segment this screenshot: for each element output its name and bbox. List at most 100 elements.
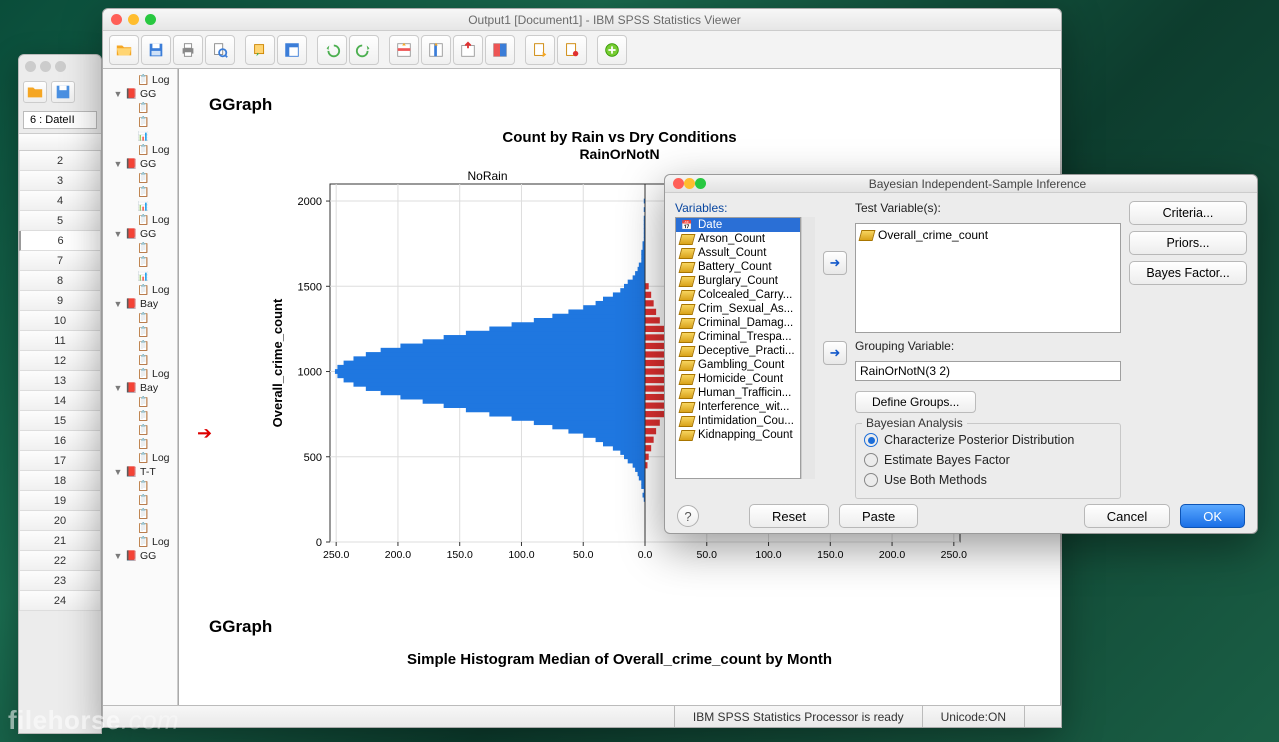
define-groups-button[interactable]: Define Groups... <box>855 391 976 413</box>
outline-node[interactable] <box>103 437 177 451</box>
dialog-max-icon[interactable] <box>695 178 706 189</box>
variables-scrollbar[interactable] <box>801 217 815 479</box>
outline-node[interactable]: Log <box>103 73 177 87</box>
print-preview-button[interactable] <box>205 35 235 65</box>
outline-node[interactable]: ▼GG <box>103 157 177 171</box>
outline-node[interactable] <box>103 101 177 115</box>
variable-item[interactable]: Gambling_Count <box>676 358 800 372</box>
row-header[interactable]: 20 <box>19 511 101 531</box>
save-icon[interactable] <box>51 81 75 103</box>
insert-button[interactable] <box>453 35 483 65</box>
row-header[interactable]: 8 <box>19 271 101 291</box>
undo-button[interactable] <box>317 35 347 65</box>
row-header[interactable]: 6 <box>19 231 101 251</box>
outline-node[interactable] <box>103 353 177 367</box>
variable-item[interactable]: Criminal_Damag... <box>676 316 800 330</box>
cancel-button[interactable]: Cancel <box>1084 504 1170 528</box>
outline-node[interactable]: ▼Bay <box>103 297 177 311</box>
priors-button[interactable]: Priors... <box>1129 231 1247 255</box>
save-button[interactable] <box>141 35 171 65</box>
test-variables-box[interactable]: Overall_crime_count <box>855 223 1121 333</box>
viewer-titlebar[interactable]: Output1 [Document1] - IBM SPSS Statistic… <box>103 9 1061 31</box>
outline-node[interactable]: Log <box>103 213 177 227</box>
row-header[interactable]: 23 <box>19 571 101 591</box>
outline-node[interactable] <box>103 325 177 339</box>
outline-node[interactable] <box>103 311 177 325</box>
variable-item[interactable]: Burglary_Count <box>676 274 800 288</box>
dialog-close-icon[interactable] <box>673 178 684 189</box>
outline-node[interactable] <box>103 199 177 213</box>
radio-estimate[interactable]: Estimate Bayes Factor <box>864 450 1112 470</box>
redo-button[interactable] <box>349 35 379 65</box>
minimize-icon[interactable] <box>128 14 139 25</box>
outline-node[interactable]: ▼T-T <box>103 465 177 479</box>
radio-both[interactable]: Use Both Methods <box>864 470 1112 490</box>
outline-node[interactable] <box>103 395 177 409</box>
row-header[interactable]: 21 <box>19 531 101 551</box>
traffic-min-icon[interactable] <box>40 61 51 72</box>
outline-node[interactable] <box>103 479 177 493</box>
output-outline[interactable]: Log▼GGLog▼GGLog▼GGLog▼BayLog▼BayLog▼T-TL… <box>103 69 178 705</box>
print-button[interactable] <box>173 35 203 65</box>
test-variable-item[interactable]: Overall_crime_count <box>878 228 988 242</box>
outline-node[interactable]: Log <box>103 283 177 297</box>
add-button[interactable] <box>597 35 627 65</box>
variable-item[interactable]: Criminal_Trespa... <box>676 330 800 344</box>
dialog-min-icon[interactable] <box>684 178 695 189</box>
outline-node[interactable] <box>103 423 177 437</box>
row-header[interactable]: 14 <box>19 391 101 411</box>
outline-node[interactable]: Log <box>103 143 177 157</box>
goto-variable-button[interactable] <box>421 35 451 65</box>
open-button[interactable] <box>109 35 139 65</box>
move-to-grouping-button[interactable]: ➜ <box>823 341 847 365</box>
outline-node[interactable] <box>103 171 177 185</box>
recall-dialog-button[interactable] <box>245 35 275 65</box>
row-header[interactable]: 10 <box>19 311 101 331</box>
variable-item[interactable]: 📅Date <box>676 218 800 232</box>
variable-item[interactable]: Homicide_Count <box>676 372 800 386</box>
outline-node[interactable] <box>103 339 177 353</box>
outline-node[interactable] <box>103 269 177 283</box>
row-header[interactable]: 13 <box>19 371 101 391</box>
dialog-titlebar[interactable]: Bayesian Independent-Sample Inference <box>665 175 1257 193</box>
bayes-factor-button[interactable]: Bayes Factor... <box>1129 261 1247 285</box>
row-header[interactable]: 4 <box>19 191 101 211</box>
row-header[interactable]: 11 <box>19 331 101 351</box>
outline-node[interactable] <box>103 493 177 507</box>
row-header[interactable]: 17 <box>19 451 101 471</box>
outline-node[interactable]: ▼GG <box>103 549 177 563</box>
outline-node[interactable] <box>103 241 177 255</box>
criteria-button[interactable]: Criteria... <box>1129 201 1247 225</box>
traffic-close-icon[interactable] <box>25 61 36 72</box>
select-button[interactable] <box>485 35 515 65</box>
variables-listbox[interactable]: 📅DateArson_CountAssult_CountBattery_Coun… <box>675 217 801 479</box>
paste-button[interactable]: Paste <box>839 504 918 528</box>
traffic-max-icon[interactable] <box>55 61 66 72</box>
close-icon[interactable] <box>111 14 122 25</box>
outline-node[interactable]: ▼Bay <box>103 381 177 395</box>
outline-node[interactable]: Log <box>103 535 177 549</box>
row-header[interactable]: 18 <box>19 471 101 491</box>
move-to-test-button[interactable]: ➜ <box>823 251 847 275</box>
outline-node[interactable]: Log <box>103 451 177 465</box>
outline-node[interactable]: Log <box>103 367 177 381</box>
variable-item[interactable]: Crim_Sexual_As... <box>676 302 800 316</box>
row-header[interactable]: 2 <box>19 151 101 171</box>
row-header[interactable]: 15 <box>19 411 101 431</box>
export-button[interactable] <box>525 35 555 65</box>
outline-node[interactable] <box>103 129 177 143</box>
outline-node[interactable] <box>103 521 177 535</box>
outline-node[interactable]: ▼GG <box>103 227 177 241</box>
maximize-icon[interactable] <box>145 14 156 25</box>
export2-button[interactable] <box>557 35 587 65</box>
variable-item[interactable]: Colcealed_Carry... <box>676 288 800 302</box>
row-header[interactable]: 7 <box>19 251 101 271</box>
variable-item[interactable]: Battery_Count <box>676 260 800 274</box>
variable-item[interactable]: Deceptive_Practi... <box>676 344 800 358</box>
variable-item[interactable]: Kidnapping_Count <box>676 428 800 442</box>
outline-node[interactable] <box>103 409 177 423</box>
row-header[interactable]: 12 <box>19 351 101 371</box>
radio-characterize[interactable]: Characterize Posterior Distribution <box>864 430 1112 450</box>
outline-node[interactable] <box>103 255 177 269</box>
reset-button[interactable]: Reset <box>749 504 829 528</box>
